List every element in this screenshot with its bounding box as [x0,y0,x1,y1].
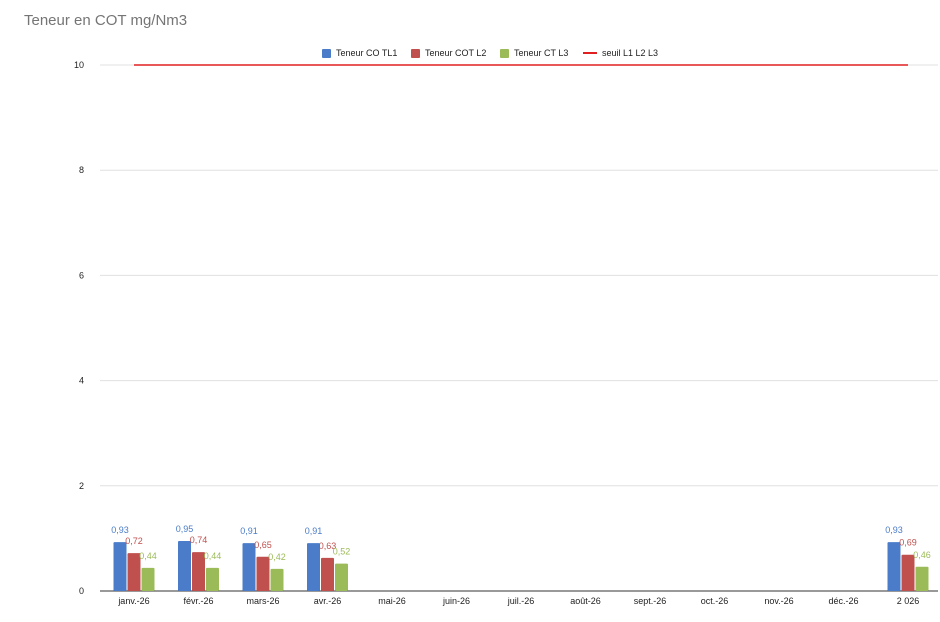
data-label: 0,72 [125,536,143,546]
bar [206,567,219,591]
bar [901,554,915,591]
y-tick-label: 6 [79,270,84,280]
bar [335,563,348,591]
bar [256,556,270,591]
data-label: 0,46 [913,550,931,560]
chart-page: Teneur en COT mg/Nm3 Teneur CO TL1 Teneur… [0,0,940,622]
bar [113,542,127,591]
y-tick-label: 10 [74,60,84,70]
bar [141,567,155,591]
x-tick-label: mars-26 [246,596,279,606]
y-tick-label: 8 [79,165,84,175]
x-tick-label: sept.-26 [634,596,667,606]
bar [270,568,284,591]
x-tick-label: oct.-26 [701,596,729,606]
x-tick-label: août-26 [570,596,601,606]
x-tick-label: avr.-26 [314,596,342,606]
x-tick-label: janv.-26 [117,596,149,606]
data-label: 0,52 [333,547,351,557]
bar [178,541,191,591]
x-tick-label: juin-26 [442,596,470,606]
data-label: 0,74 [190,535,208,545]
data-label: 0,42 [268,552,286,562]
y-tick-label: 0 [79,586,84,596]
bar [887,542,901,591]
bar [321,557,334,591]
chart-svg: 0246810janv.-260,930,720,44févr.-260,950… [74,60,938,606]
data-label: 0,91 [240,526,258,536]
data-label: 0,44 [204,551,222,561]
data-label: 0,93 [885,525,903,535]
x-tick-label: mai-26 [378,596,406,606]
data-label: 0,44 [139,551,157,561]
x-tick-label: 2 026 [897,596,920,606]
y-tick-label: 2 [79,481,84,491]
data-label: 0,93 [111,525,129,535]
x-tick-label: févr.-26 [183,596,213,606]
bar [242,543,256,591]
y-tick-label: 4 [79,376,84,386]
data-label: 0,69 [899,538,917,548]
data-label: 0,91 [305,526,323,536]
x-tick-label: déc.-26 [828,596,858,606]
bar [915,566,929,591]
data-label: 0,65 [254,540,272,550]
x-tick-label: juil.-26 [507,596,535,606]
data-label: 0,95 [176,524,194,534]
x-tick-label: nov.-26 [764,596,793,606]
